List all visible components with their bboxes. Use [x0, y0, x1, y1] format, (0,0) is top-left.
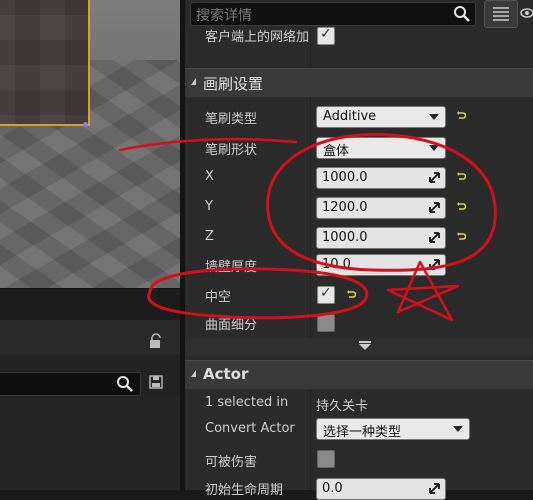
- left-panel-body: [0, 398, 180, 490]
- wall-thickness-label: 墙壁厚度: [205, 260, 258, 275]
- initial-life-span-label: 初始生命周期: [205, 483, 284, 498]
- outliner-search-input[interactable]: [0, 372, 141, 396]
- collapse-arrow-icon[interactable]: [191, 370, 196, 377]
- y-field[interactable]: 1200.0: [316, 197, 446, 219]
- x-field[interactable]: 1000.0: [316, 167, 446, 189]
- tessellated-label: 曲面细分: [205, 318, 258, 333]
- category-actor[interactable]: Actor: [185, 360, 533, 389]
- can-be-damaged-label: 可被伤害: [205, 455, 258, 470]
- pivot-point[interactable]: [83, 122, 88, 127]
- level-viewport[interactable]: [0, 0, 180, 288]
- convert-actor-label: Convert Actor: [205, 421, 295, 436]
- chevron-down-icon: [453, 426, 463, 432]
- details-search-input[interactable]: 搜索详情: [190, 2, 476, 26]
- search-icon[interactable]: [453, 5, 471, 23]
- brush-type-dropdown[interactable]: Additive: [316, 106, 446, 128]
- column-divider[interactable]: [310, 390, 311, 490]
- resize-spin-icon[interactable]: [429, 483, 440, 494]
- wall-thickness-field[interactable]: 10.0: [316, 254, 446, 276]
- convert-actor-dropdown[interactable]: 选择一种类型: [316, 418, 470, 440]
- expand-bar-icon: [359, 341, 371, 343]
- selected-level-value: 持久关卡: [316, 399, 369, 414]
- y-value: 1200.0: [322, 200, 368, 215]
- x-value: 1000.0: [322, 170, 368, 185]
- net-client-checkbox[interactable]: [317, 26, 335, 45]
- can-be-damaged-checkbox[interactable]: [317, 450, 335, 468]
- collapse-arrow-icon[interactable]: [191, 78, 196, 85]
- brush-type-label: 笔刷类型: [205, 112, 258, 127]
- reset-arrow-icon[interactable]: [456, 202, 466, 212]
- brush-shape-value: 盒体: [323, 144, 350, 159]
- convert-actor-value: 选择一种类型: [323, 425, 402, 440]
- initial-life-span-field[interactable]: 0.0: [316, 478, 446, 500]
- chevron-down-icon: [429, 145, 439, 151]
- reset-arrow-icon[interactable]: [456, 172, 466, 182]
- reset-arrow-icon[interactable]: [456, 111, 466, 121]
- hollow-label: 中空: [205, 290, 232, 305]
- search-icon[interactable]: [116, 375, 134, 393]
- brush-type-value: Additive: [323, 109, 377, 124]
- search-placeholder: 搜索详情: [196, 8, 252, 24]
- z-value: 1000.0: [322, 230, 368, 245]
- initial-life-span-value: 0.0: [322, 481, 343, 496]
- left-panel-header: [0, 288, 180, 323]
- resize-spin-icon[interactable]: [429, 232, 440, 243]
- eye-icon[interactable]: [520, 6, 533, 20]
- resize-spin-icon[interactable]: [429, 259, 440, 270]
- resize-spin-icon[interactable]: [429, 202, 440, 213]
- tessellated-checkbox[interactable]: [317, 314, 335, 332]
- category-title: Actor: [203, 365, 249, 383]
- hollow-checkbox[interactable]: [317, 285, 335, 304]
- wall-thickness-value: 10.0: [322, 257, 351, 272]
- resize-spin-icon[interactable]: [429, 172, 440, 183]
- net-client-label: 客户端上的网络加: [205, 30, 310, 45]
- column-divider[interactable]: [310, 26, 311, 68]
- reset-arrow-icon[interactable]: [346, 290, 356, 300]
- column-divider[interactable]: [310, 96, 311, 338]
- category-title: 画刷设置: [203, 75, 264, 93]
- selected-label: 1 selected in: [205, 395, 289, 410]
- z-field[interactable]: 1000.0: [316, 227, 446, 249]
- y-label: Y: [205, 199, 213, 214]
- view-options-icon: [493, 7, 509, 21]
- lock-icon[interactable]: [149, 333, 163, 349]
- chevron-down-icon: [429, 114, 439, 120]
- x-label: X: [205, 169, 214, 184]
- brush-shape-label: 笔刷形状: [205, 143, 258, 158]
- z-label: Z: [205, 229, 214, 244]
- view-options-button[interactable]: [484, 0, 518, 28]
- reset-arrow-icon[interactable]: [456, 232, 466, 242]
- brush-shape-dropdown[interactable]: 盒体: [316, 137, 446, 159]
- category-brush-settings[interactable]: 画刷设置: [185, 68, 533, 97]
- chevron-down-icon: [359, 344, 371, 350]
- save-icon[interactable]: [149, 375, 163, 389]
- selected-brush-box[interactable]: [0, 0, 90, 126]
- advanced-expand-button[interactable]: [185, 338, 533, 356]
